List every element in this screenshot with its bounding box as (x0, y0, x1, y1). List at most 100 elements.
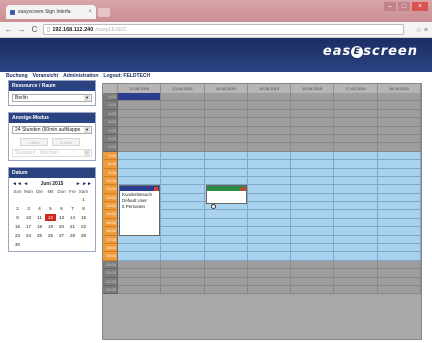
time-slot[interactable] (291, 252, 335, 261)
calendar-day[interactable]: 3 (23, 205, 34, 212)
nav-voransicht[interactable]: Voransicht (33, 73, 58, 79)
date-header-cell[interactable]: 13.06.2015 (161, 84, 205, 93)
time-slot[interactable] (204, 277, 248, 286)
time-slot[interactable] (291, 244, 335, 253)
time-slot[interactable] (377, 143, 421, 152)
calendar-day[interactable]: 29 (78, 232, 89, 239)
delete-booking-icon[interactable] (154, 186, 159, 191)
time-slot[interactable] (377, 185, 421, 194)
time-slot[interactable] (118, 109, 162, 119)
time-slot[interactable] (161, 202, 205, 211)
calendar-day[interactable]: 26 (45, 232, 56, 239)
calendar-day[interactable]: 8 (78, 205, 89, 212)
calendar-day[interactable]: 17 (23, 223, 34, 230)
time-slot[interactable] (377, 193, 421, 203)
time-slot[interactable] (247, 244, 292, 253)
time-slot[interactable] (377, 235, 421, 245)
time-slot[interactable] (377, 252, 421, 261)
calendar-day[interactable]: 22 (78, 223, 89, 230)
time-slot[interactable] (247, 168, 292, 177)
booking-card[interactable] (205, 185, 247, 204)
booking-card[interactable]: Kundenbesuch Default User 5 Personen (119, 185, 161, 236)
forward-icon[interactable]: → (17, 25, 26, 34)
time-slot[interactable] (291, 285, 335, 295)
date-header-cell[interactable]: 14.06.2015 (204, 84, 248, 93)
date-header-cell[interactable]: 17.06.2015 (334, 84, 378, 93)
time-slot[interactable] (118, 269, 162, 278)
time-slot[interactable] (377, 269, 421, 278)
back-button[interactable]: Zurück (52, 138, 80, 146)
time-slot[interactable] (334, 260, 378, 270)
time-slot[interactable] (334, 176, 378, 186)
time-slot[interactable] (334, 134, 378, 144)
nav-buchung[interactable]: Buchung (6, 73, 28, 79)
time-slot[interactable] (291, 260, 335, 270)
time-slot[interactable] (377, 202, 421, 211)
time-slot[interactable] (377, 260, 421, 270)
time-slot[interactable] (291, 93, 335, 102)
time-slot[interactable] (161, 285, 205, 295)
time-slot[interactable] (247, 210, 292, 219)
time-slot[interactable] (291, 202, 335, 211)
time-slot[interactable] (161, 168, 205, 177)
time-slot[interactable] (377, 93, 421, 102)
time-slot[interactable] (161, 218, 205, 228)
time-slot[interactable] (334, 252, 378, 261)
calendar-day[interactable]: 24 (23, 232, 34, 239)
delete-booking-icon[interactable] (240, 186, 245, 191)
date-header-cell[interactable]: 18.06.2015 (377, 84, 421, 93)
time-slot[interactable] (204, 134, 248, 144)
time-slot[interactable] (247, 285, 292, 295)
calendar-day[interactable]: 19 (45, 223, 56, 230)
prev-month-icon[interactable]: ◄◄ ◄ (12, 181, 28, 187)
time-slot[interactable] (291, 269, 335, 278)
time-slot[interactable] (204, 285, 248, 295)
calendar-day[interactable]: 23 (12, 232, 23, 239)
address-bar[interactable]: ▯ 192.168.112.240 /easyLEXEC (43, 24, 404, 35)
time-slot[interactable] (291, 101, 335, 110)
time-slot[interactable] (247, 151, 292, 161)
time-slot[interactable] (291, 176, 335, 186)
time-slot[interactable] (204, 151, 248, 161)
time-slot[interactable] (334, 244, 378, 253)
back-icon[interactable]: ← (4, 25, 13, 34)
calendar-day[interactable]: 10 (23, 214, 34, 221)
time-slot[interactable] (204, 260, 248, 270)
calendar-day[interactable]: 27 (56, 232, 67, 239)
time-slot[interactable] (161, 277, 205, 286)
time-slot[interactable] (118, 168, 162, 177)
time-slot[interactable] (247, 185, 292, 194)
calendar-day[interactable]: 18 (34, 223, 45, 230)
time-slot[interactable] (247, 252, 292, 261)
time-slot[interactable] (118, 151, 162, 161)
time-slot[interactable] (204, 160, 248, 169)
calendar-day[interactable]: 11 (34, 214, 45, 221)
time-slot[interactable] (291, 210, 335, 219)
time-slot[interactable] (118, 285, 162, 295)
calendar-day[interactable]: 12 (45, 214, 56, 221)
calendar-day[interactable]: 15 (78, 214, 89, 221)
time-slot[interactable] (118, 244, 162, 253)
time-slot[interactable] (291, 168, 335, 177)
time-slot[interactable] (291, 109, 335, 119)
time-slot[interactable] (334, 109, 378, 119)
time-slot[interactable] (204, 118, 248, 127)
load-button[interactable]: Laden (20, 138, 48, 146)
time-slot[interactable] (334, 277, 378, 286)
time-slot[interactable] (161, 160, 205, 169)
calendar-day[interactable]: 28 (67, 232, 78, 239)
time-slot[interactable] (118, 277, 162, 286)
date-header-cell[interactable]: 15.06.2015 (247, 84, 292, 93)
time-slot[interactable] (334, 168, 378, 177)
time-slot[interactable] (161, 235, 205, 245)
time-slot[interactable] (377, 168, 421, 177)
time-slot[interactable] (334, 202, 378, 211)
calendar-day[interactable]: 25 (34, 232, 45, 239)
calendar-day[interactable]: 1 (78, 196, 89, 203)
time-slot[interactable] (377, 210, 421, 219)
time-slot[interactable] (377, 101, 421, 110)
time-slot[interactable] (204, 143, 248, 152)
time-slot[interactable] (161, 109, 205, 119)
time-slot[interactable] (247, 101, 292, 110)
time-slot[interactable] (247, 260, 292, 270)
